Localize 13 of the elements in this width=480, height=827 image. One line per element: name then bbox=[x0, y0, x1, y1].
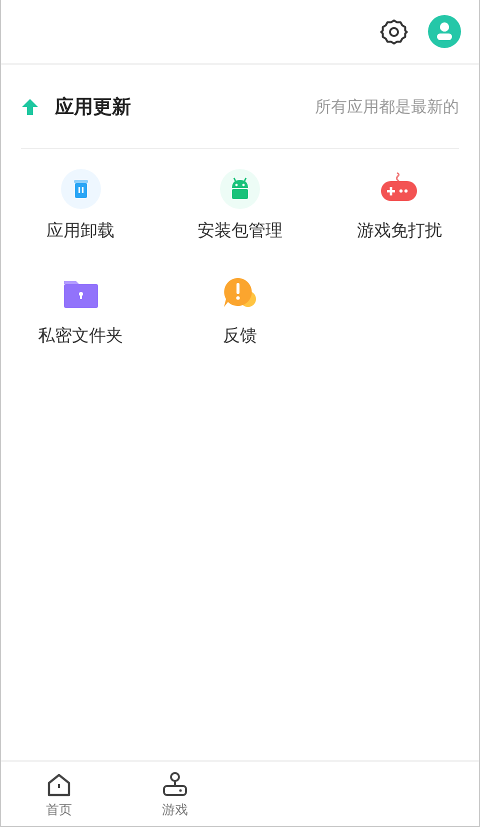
settings-icon[interactable] bbox=[380, 18, 408, 46]
tool-button[interactable]: 应用卸载 bbox=[1, 168, 160, 244]
section-title: 应用更新 bbox=[55, 95, 131, 120]
tool-button[interactable]: 私密文件夹 bbox=[1, 274, 160, 350]
up-arrow-icon bbox=[21, 98, 39, 116]
tool-button[interactable]: 安装包管理 bbox=[160, 168, 320, 244]
trash-icon bbox=[60, 168, 101, 208]
tool-button[interactable]: 游戏免打扰 bbox=[320, 168, 479, 244]
android-icon bbox=[220, 168, 260, 208]
nav-tab[interactable]: 首页 bbox=[1, 762, 117, 826]
tool-button[interactable]: 反馈 bbox=[160, 274, 320, 350]
nav-tab[interactable]: 游戏 bbox=[117, 762, 233, 826]
update-status: 所有应用都是最新的 bbox=[315, 96, 459, 118]
